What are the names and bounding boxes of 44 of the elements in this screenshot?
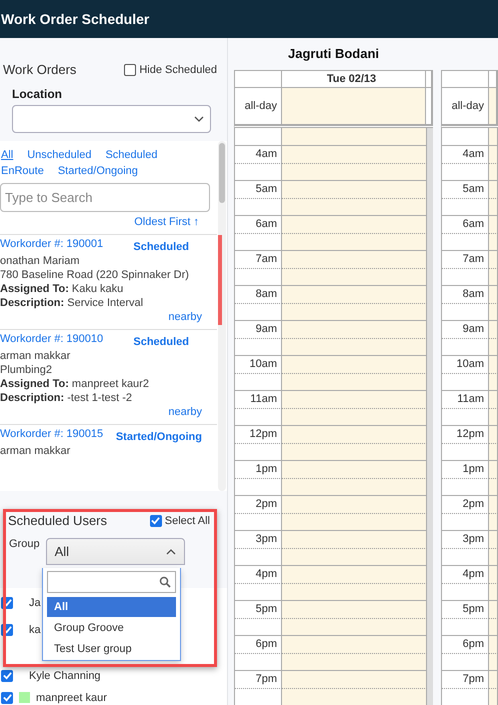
nearby-link[interactable]: nearby <box>168 311 202 323</box>
section-title: Work Orders <box>3 62 76 77</box>
field-label: Location <box>12 87 63 101</box>
user-name: Kyle Channing <box>29 670 101 682</box>
card-text: 780 Baseline Road (220 Spinnaker Dr) <box>0 269 190 281</box>
filter-link[interactable]: Scheduled <box>105 149 158 161</box>
work-order-card[interactable]: Workorder #: 190001 Scheduled onathan Mariam 780 Baseline Road (220 Spinnaker Dr) Assigned To: Kaku kaku Description: Service Interval nearby <box>0 234 217 327</box>
work-order-link[interactable]: Workorder #: 190015 <box>0 428 104 440</box>
date-header: Tue 02/13 <box>282 70 426 88</box>
nearby-link[interactable]: nearby <box>168 406 202 418</box>
sort-link[interactable]: Oldest First ↑ <box>0 216 199 228</box>
card-text: Assigned To: Kaku kaku <box>0 283 124 295</box>
dropdown-option[interactable]: All <box>47 597 176 617</box>
card-text: Description: Service Interval <box>0 297 144 309</box>
status-label: Started/Ongoing <box>116 431 202 443</box>
search-field[interactable]: Type to Search <box>0 183 210 212</box>
filter-link[interactable]: Unscheduled <box>27 149 92 161</box>
resource-name: Jagruti Bodani <box>288 46 379 62</box>
all-day-label: all-day <box>235 88 282 124</box>
user-name: ka <box>29 624 41 636</box>
card-text: Assigned To: manpreet kaur2 <box>0 378 150 390</box>
work-order-card[interactable]: Workorder #: 190010 Scheduled arman makkar Plumbing2 Assigned To: manpreet kaur2 Description: -test 1-test -2 nearby <box>0 329 217 422</box>
checkbox-label: Hide Scheduled <box>139 64 217 76</box>
work-order-link[interactable]: Workorder #: 190001 <box>0 238 104 250</box>
filter-link[interactable]: All <box>1 149 14 161</box>
status-label: Scheduled <box>133 241 189 253</box>
card-text: onathan Mariam <box>0 255 80 267</box>
filter-link[interactable]: Started/Ongoing <box>58 165 138 177</box>
all-day-label: all-day <box>442 88 489 124</box>
group-select[interactable]: All <box>46 538 185 565</box>
card-text: arman makkar <box>0 445 72 457</box>
work-order-link[interactable]: Workorder #: 190010 <box>0 333 104 345</box>
card-text: Plumbing2 <box>0 364 53 376</box>
user-name: manpreet kaur <box>36 692 107 704</box>
status-label: Scheduled <box>133 336 189 348</box>
card-text: Description: -test 1-test -2 <box>0 392 134 404</box>
filter-link[interactable]: EnRoute <box>1 165 44 177</box>
field-label: Group <box>9 538 40 550</box>
section-title: Scheduled Users <box>8 513 107 528</box>
checkbox-label: Select All <box>164 514 210 526</box>
work-order-card[interactable]: Workorder #: 190015 Started/Ongoing arman makkar <box>0 424 217 461</box>
window-title: Work Order Scheduler <box>1 11 150 27</box>
user-name: Ja <box>29 596 41 608</box>
card-text: arman makkar <box>0 350 72 362</box>
